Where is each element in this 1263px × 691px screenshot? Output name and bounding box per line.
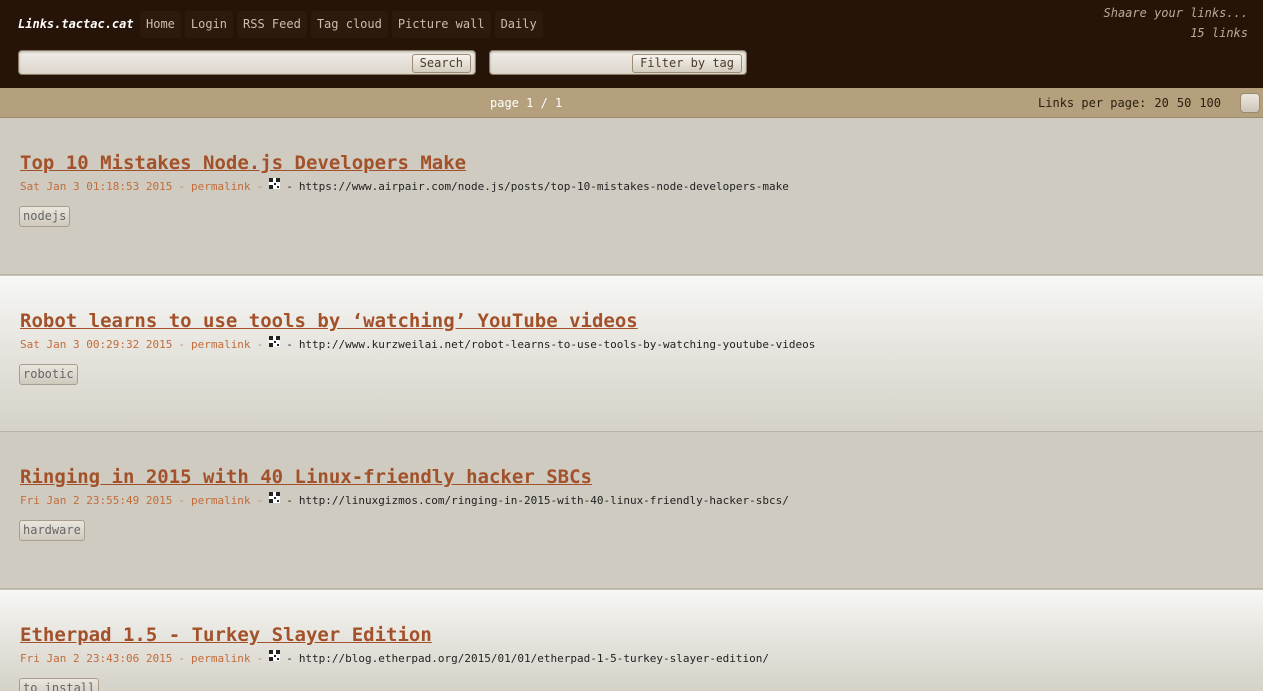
link-entry: Ringing in 2015 with 40 Linux-friendly h… [0, 432, 1263, 589]
tag-filter-box: Filter by tag [489, 50, 747, 75]
link-entry: Robot learns to use tools by ‘watching’ … [0, 275, 1263, 432]
link-date: Fri Jan 2 23:55:49 2015 [20, 494, 173, 507]
menu-tag-cloud[interactable]: Tag cloud [310, 11, 388, 38]
link-url-sep: - [286, 180, 293, 193]
link-title[interactable]: Top 10 Mistakes Node.js Developers Make [20, 152, 466, 174]
header-tagline: Shaare your links... 15 links [1104, 3, 1249, 43]
link-tag[interactable]: to_install [19, 678, 100, 691]
link-meta: Sat Jan 3 01:18:53 2015 - permalink - - … [20, 178, 789, 193]
permalink-link[interactable]: permalink [191, 494, 251, 507]
link-meta: Fri Jan 2 23:55:49 2015 - permalink - - … [20, 492, 789, 507]
search-input[interactable] [25, 54, 299, 71]
qrcode-icon[interactable] [269, 178, 281, 189]
link-url: http://www.kurzweilai.net/robot-learns-t… [298, 338, 816, 351]
link-url: http://linuxgizmos.com/ringing-in-2015-w… [298, 494, 789, 507]
page-info: page 1 / 1 [490, 96, 563, 110]
paging-bar: page 1 / 1 Links per page: 20 50 100 [0, 88, 1263, 118]
permalink-link[interactable]: permalink [191, 338, 251, 351]
qrcode-icon[interactable] [269, 650, 281, 661]
permalink-link[interactable]: permalink [191, 652, 251, 665]
per-page-50[interactable]: 50 [1177, 96, 1191, 110]
links-per-page-label: Links per page: [1038, 96, 1147, 110]
search-button[interactable]: Search [411, 54, 471, 73]
links-per-page: Links per page: 20 50 100 [1038, 96, 1221, 110]
site-brand[interactable]: Links.tactac.cat [18, 17, 134, 31]
per-page-100[interactable]: 100 [1199, 96, 1221, 110]
search-box: Search [18, 50, 476, 75]
qrcode-icon[interactable] [269, 492, 281, 503]
link-url-sep: - [286, 652, 293, 665]
per-page-custom-button[interactable] [1240, 93, 1260, 113]
menu-rss-feed[interactable]: RSS Feed [237, 11, 307, 38]
link-title[interactable]: Etherpad 1.5 - Turkey Slayer Edition [20, 624, 432, 646]
menu-daily[interactable]: Daily [494, 11, 543, 38]
per-page-20[interactable]: 20 [1154, 96, 1168, 110]
link-date: Sat Jan 3 00:29:32 2015 [20, 338, 173, 351]
link-url-sep: - [286, 338, 293, 351]
link-tag[interactable]: robotic [19, 364, 78, 385]
link-tag[interactable]: hardware [19, 520, 85, 541]
main-menu: Home Login RSS Feed Tag cloud Picture wa… [140, 11, 547, 38]
menu-home[interactable]: Home [140, 11, 181, 38]
link-count: 15 links [1190, 26, 1248, 40]
link-url: http://blog.etherpad.org/2015/01/01/ethe… [298, 652, 770, 665]
link-date: Fri Jan 2 23:43:06 2015 [20, 652, 173, 665]
link-date: Sat Jan 3 01:18:53 2015 [20, 180, 173, 193]
tagline-text: Shaare your links... [1103, 6, 1249, 20]
link-entry: Top 10 Mistakes Node.js Developers Make … [0, 118, 1263, 275]
link-url: https://www.airpair.com/node.js/posts/to… [298, 180, 789, 193]
menu-picture-wall[interactable]: Picture wall [391, 11, 491, 38]
link-meta: Sat Jan 3 00:29:32 2015 - permalink - - … [20, 336, 816, 351]
link-url-sep: - [286, 494, 293, 507]
qrcode-icon[interactable] [269, 336, 281, 347]
menu-login[interactable]: Login [184, 11, 234, 38]
link-title[interactable]: Ringing in 2015 with 40 Linux-friendly h… [20, 466, 592, 488]
link-title[interactable]: Robot learns to use tools by ‘watching’ … [20, 310, 638, 332]
filter-by-tag-button[interactable]: Filter by tag [632, 54, 742, 73]
link-tag[interactable]: nodejs [19, 206, 71, 227]
page-header: Links.tactac.cat Home Login RSS Feed Tag… [0, 0, 1263, 88]
link-meta: Fri Jan 2 23:43:06 2015 - permalink - - … [20, 650, 770, 665]
permalink-link[interactable]: permalink [191, 180, 251, 193]
link-entry: Etherpad 1.5 - Turkey Slayer Edition Fri… [0, 589, 1263, 691]
tag-filter-input[interactable] [496, 54, 650, 71]
